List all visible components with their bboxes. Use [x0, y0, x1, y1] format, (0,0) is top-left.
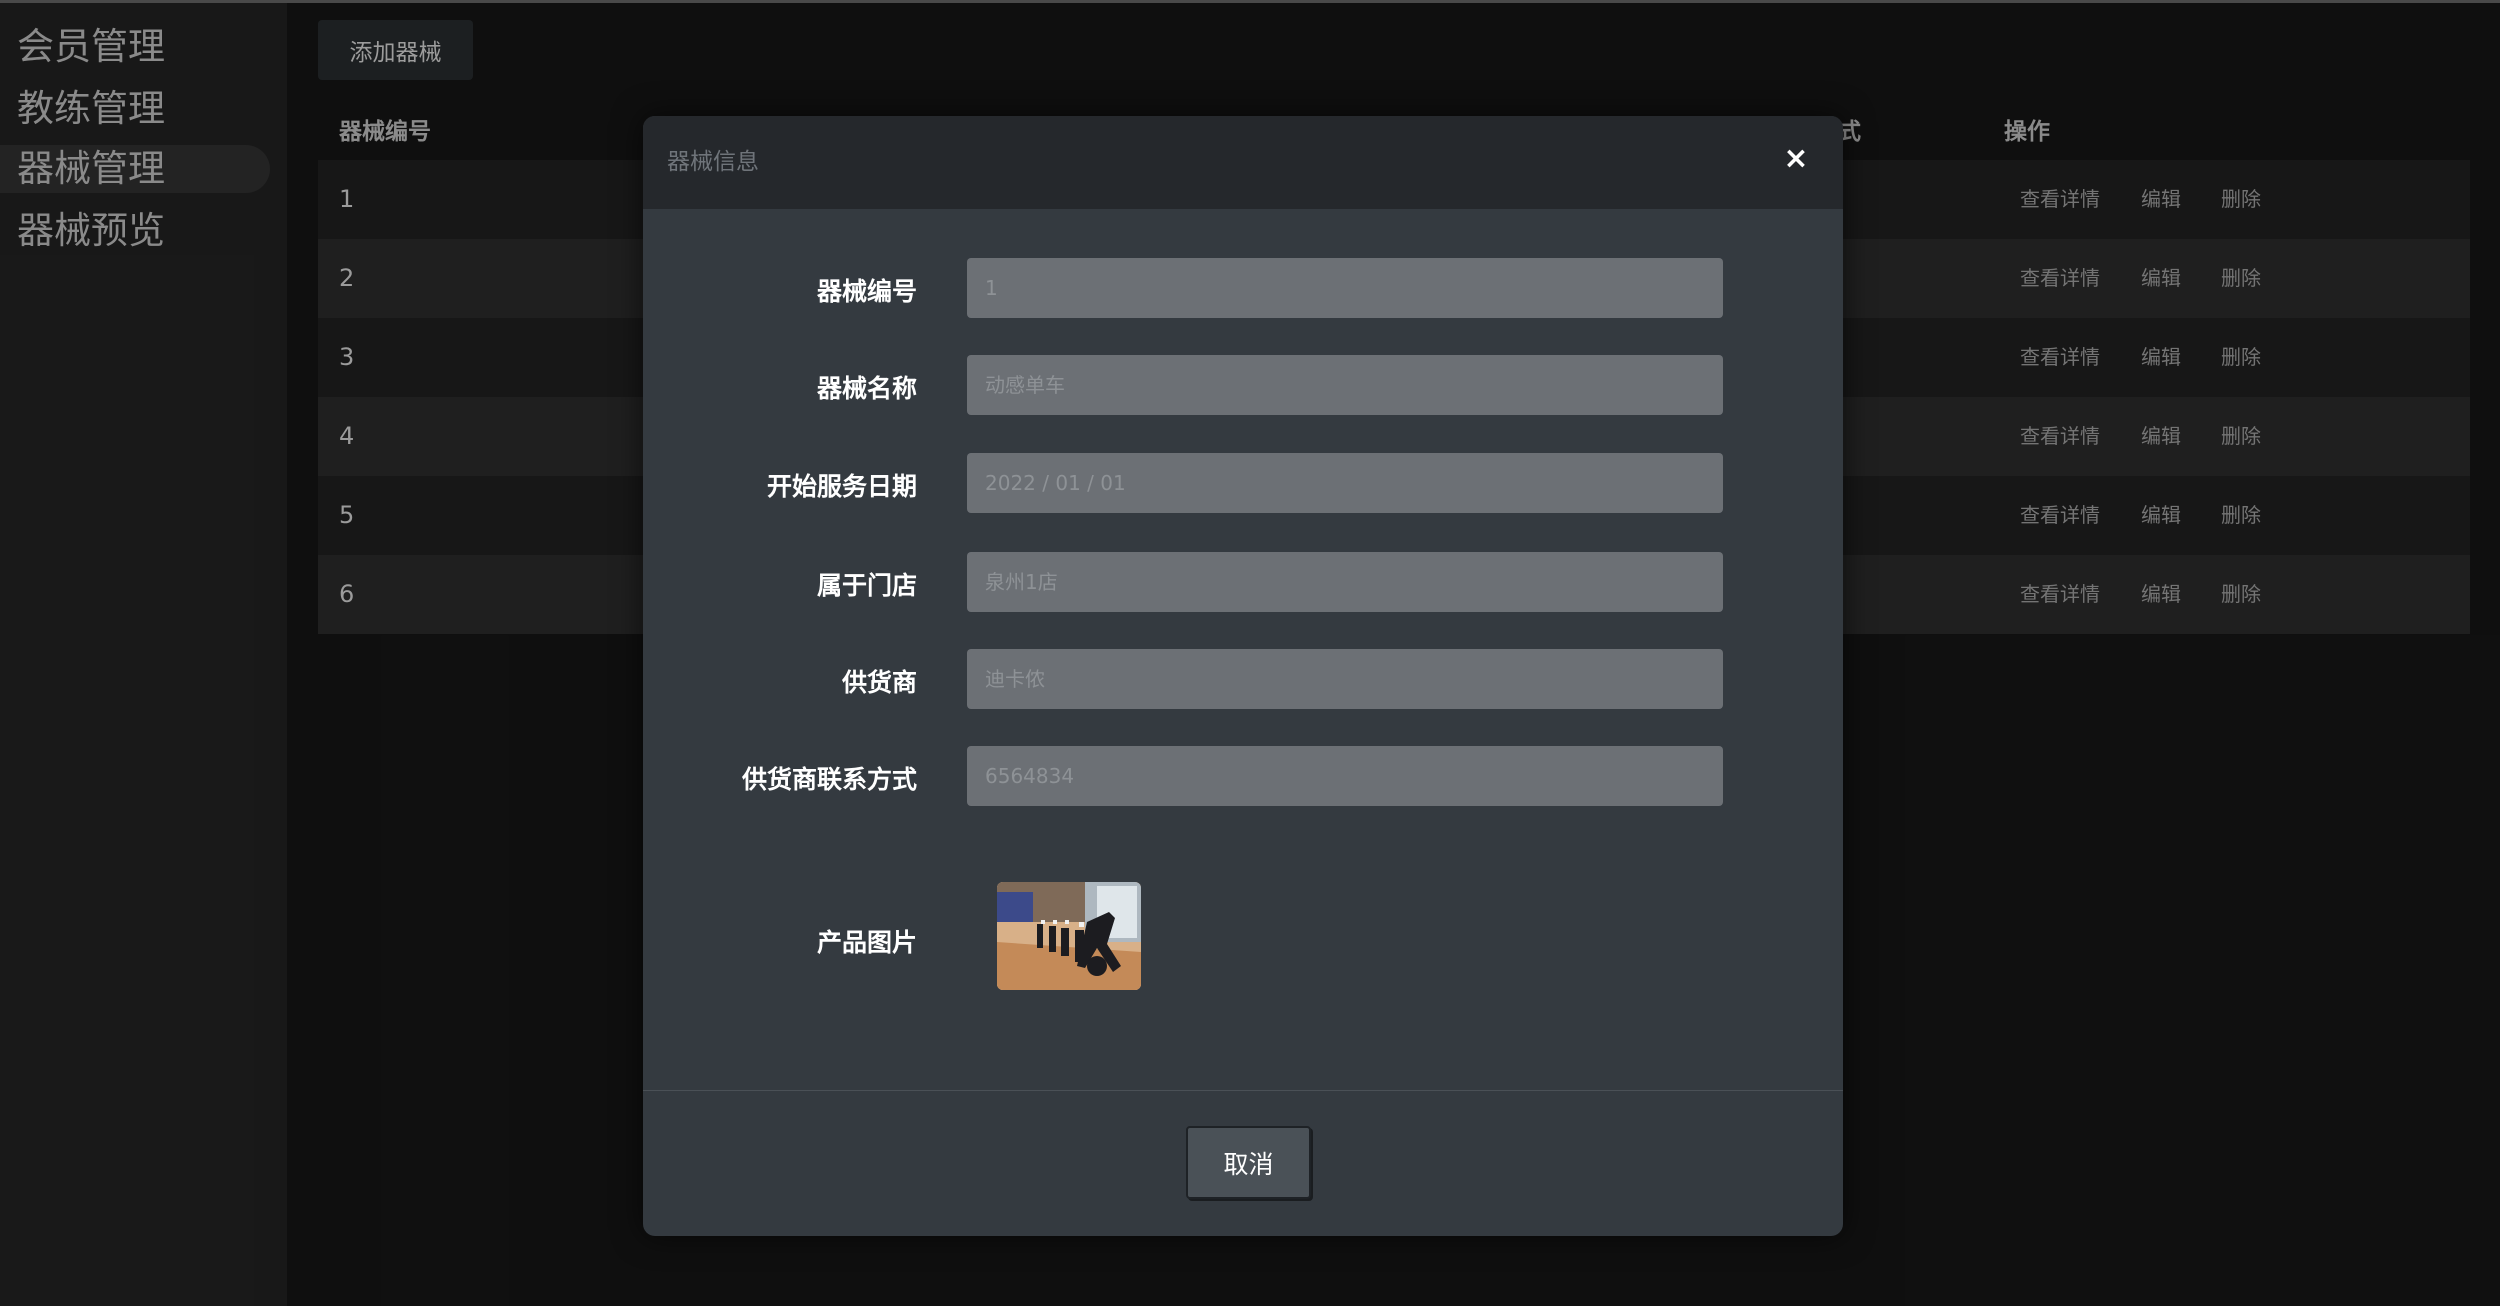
field-label-store: 属于门店 — [816, 571, 917, 600]
field-label-equipment-id: 器械编号 — [816, 277, 917, 306]
modal-title: 器械信息 — [667, 149, 759, 175]
equipment-info-modal: 器械信息 × 器械编号 器械名称 开始服务日期 属于门店 供货商 供货商联系方式… — [643, 116, 1843, 1236]
modal-footer-divider — [643, 1090, 1843, 1091]
start-date-field[interactable] — [967, 453, 1723, 513]
modal-header: 器械信息 × — [643, 116, 1843, 209]
field-label-supplier: 供货商 — [841, 668, 917, 697]
product-image[interactable] — [997, 882, 1141, 990]
supplier-field[interactable] — [967, 649, 1723, 709]
field-label-start-date: 开始服务日期 — [766, 472, 917, 501]
cancel-button[interactable]: 取消 — [1186, 1126, 1311, 1199]
store-field[interactable] — [967, 552, 1723, 612]
field-label-equipment-name: 器械名称 — [816, 374, 917, 403]
close-icon[interactable]: × — [1781, 144, 1811, 174]
equipment-id-field[interactable] — [967, 258, 1723, 318]
equipment-name-field[interactable] — [967, 355, 1723, 415]
field-label-product-image: 产品图片 — [816, 928, 917, 957]
field-label-supplier-contact: 供货商联系方式 — [741, 765, 917, 794]
supplier-contact-field[interactable] — [967, 746, 1723, 806]
